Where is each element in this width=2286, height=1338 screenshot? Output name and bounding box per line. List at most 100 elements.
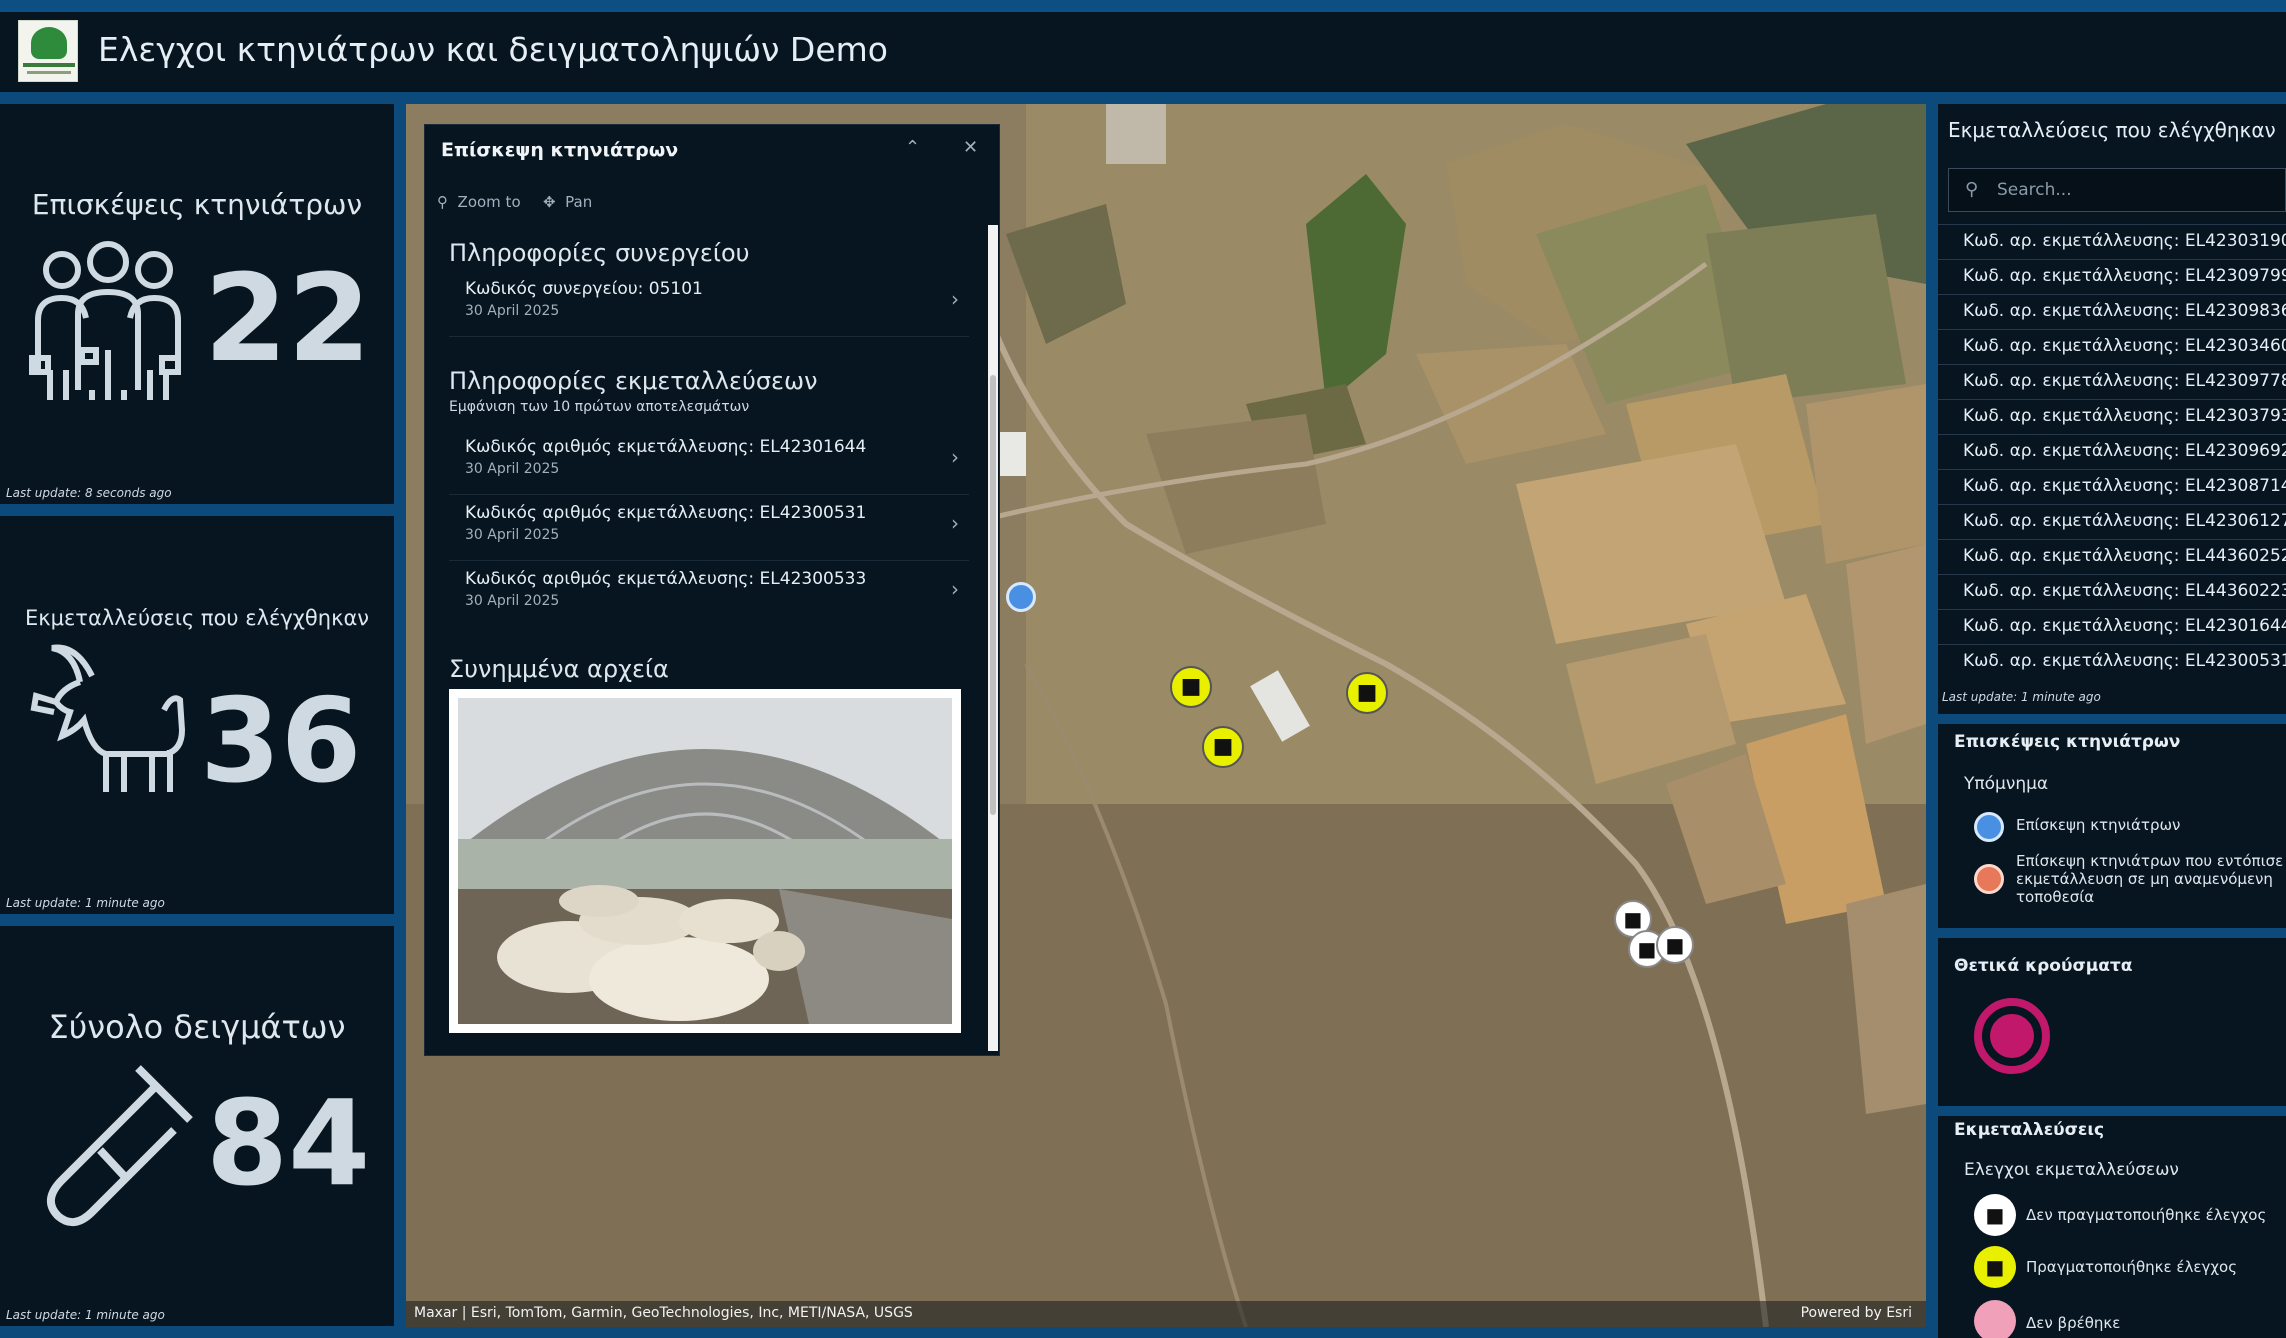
last-update: Last update: 1 minute ago [1942, 690, 2101, 704]
attachment-photo[interactable] [449, 689, 961, 1033]
app-title: Ελεγχοι κτηνιάτρων και δειγματοληψιών De… [98, 30, 888, 69]
map-attribution: Maxar | Esri, TomTom, Garmin, GeoTechnol… [406, 1301, 1926, 1327]
farm-row-date: 30 April 2025 [465, 527, 560, 543]
sheep-checked-icon: ■ [1974, 1246, 2016, 1288]
list-item[interactable]: Κωδ. αρ. εκμετάλλευσης: EL42303460 [1938, 329, 2286, 364]
card-samples-total: Σύνολο δειγμάτων 84 Last update: 1 minut… [0, 926, 394, 1326]
attachments-section-title: Συνημμένα αρχεία [449, 655, 669, 683]
list-item[interactable]: Κωδ. αρ. εκμετάλλευσης: EL42309692 [1938, 434, 2286, 469]
list-item-label: Κωδ. αρ. εκμετάλλευσης: EL42303190 [1963, 231, 2286, 251]
farms-list-title: Εκμεταλλεύσεις που ελέγχθηκαν [1948, 118, 2276, 142]
list-item[interactable]: Κωδ. αρ. εκμετάλλευσης: EL42303190 [1938, 224, 2286, 259]
list-item[interactable]: Κωδ. αρ. εκμετάλλευσης: EL42309799 [1938, 259, 2286, 294]
card-title: Επισκέψεις κτηνιάτρων [31, 188, 363, 221]
wrong-location-visit-icon [1974, 864, 2004, 894]
goat-icon [30, 644, 186, 792]
zoom-to-button[interactable]: ⚲ Zoom to [437, 193, 521, 211]
list-item[interactable]: Κωδ. αρ. εκμετάλλευσης: EL42303793 [1938, 399, 2286, 434]
farm-row-title: Κωδικός αριθμός εκμετάλλευσης: EL4230053… [465, 503, 867, 523]
vet-visit-marker[interactable] [1006, 582, 1036, 612]
team-row-title: Κωδικός συνεργείου: 05101 [465, 279, 703, 299]
farm-row-date: 30 April 2025 [465, 593, 560, 609]
card-vet-visits: Επισκέψεις κτηνιάτρων 22 Last update: 8 … [0, 104, 394, 504]
legend-checked: Πραγματοποιήθηκε έλεγχος [2026, 1258, 2238, 1276]
close-icon[interactable]: ✕ [963, 137, 978, 158]
list-item[interactable]: Κωδ. αρ. εκμετάλλευσης: EL44360252 [1938, 539, 2286, 574]
legend-visit-wrong-line3: τοποθεσία [2016, 888, 2095, 906]
test-tube-icon [47, 1065, 193, 1226]
top-strip [0, 0, 2286, 12]
list-item[interactable]: Κωδ. αρ. εκμετάλλευσης: EL42306127 [1938, 504, 2286, 539]
attribution-text: Maxar | Esri, TomTom, Garmin, GeoTechnol… [414, 1305, 913, 1321]
list-item-label: Κωδ. αρ. εκμετάλλευσης: EL42309778 [1963, 371, 2286, 391]
unchecked-farm-marker[interactable]: ■ [1656, 926, 1694, 964]
list-item[interactable]: Κωδ. αρ. εκμετάλλευσης: EL42309836 [1938, 294, 2286, 329]
farm-row-title: Κωδικός αριθμός εκμετάλλευσης: EL4230053… [465, 569, 867, 589]
search-icon: ⚲ [1965, 179, 1979, 200]
list-item-label: Κωδ. αρ. εκμετάλλευσης: EL42308714 [1963, 476, 2286, 496]
sheep-unchecked-icon: ■ [1974, 1194, 2016, 1236]
legend-not-checked: Δεν πραγματοποιήθηκε έλεγχος [2026, 1206, 2267, 1224]
card-title: Εκμεταλλεύσεις που ελέγχθηκαν [24, 606, 370, 630]
zoom-to-label: Zoom to [457, 193, 521, 211]
search-placeholder: Search... [1997, 180, 2072, 200]
farms-section-title: Πληροφορίες εκμεταλλεύσεων [449, 367, 818, 395]
card-farms-checked: Εκμεταλλεύσεις που ελέγχθηκαν 36 Last up… [0, 516, 394, 914]
collapse-icon[interactable]: ⌃ [905, 137, 920, 158]
list-item-label: Κωδ. αρ. εκμετάλλευσης: EL42306127 [1963, 511, 2286, 531]
positives-title: Θετικά κρούσματα [1954, 956, 2133, 976]
sheep-barn-photo [458, 698, 952, 1024]
checked-farm-marker[interactable]: ■ [1346, 672, 1388, 714]
farms-checks-label: Ελεγχοι εκμεταλλεύσεων [1964, 1160, 2179, 1180]
pan-button[interactable]: ✥ Pan [543, 193, 592, 211]
team-section-title: Πληροφορίες συνεργείου [449, 239, 750, 267]
popup-title: Επίσκεψη κτηνιάτρων [441, 139, 679, 161]
visits-legend-title: Επισκέψεις κτηνιάτρων [1954, 732, 2181, 752]
positive-ring-icon [1974, 998, 2050, 1074]
checked-farm-marker[interactable]: ■ [1170, 666, 1212, 708]
chevron-right-icon: › [951, 287, 959, 311]
farm-row-title: Κωδικός αριθμός εκμετάλλευσης: EL4230164… [465, 437, 867, 457]
samples-total-count: 84 [206, 1074, 371, 1212]
legend-panel: Επισκέψεις κτηνιάτρων Υπόμνημα Επίσκεψη … [1938, 724, 2286, 1338]
list-item[interactable]: Κωδ. αρ. εκμετάλλευσης: EL44360223 [1938, 574, 2286, 609]
farm-row[interactable]: Κωδικός αριθμός εκμετάλλευσης: EL4230053… [449, 563, 969, 627]
farms-checked-count: 36 [200, 674, 362, 809]
list-item[interactable]: Κωδ. αρ. εκμετάλλευσης: EL42301644 [1938, 609, 2286, 644]
list-item-label: Κωδ. αρ. εκμετάλλευσης: EL42303793 [1963, 406, 2286, 426]
sheep-not-found-icon [1974, 1300, 2016, 1338]
pan-icon: ✥ [543, 193, 556, 211]
legend-not-found: Δεν βρέθηκε [2026, 1314, 2121, 1332]
chevron-right-icon: › [951, 445, 959, 469]
list-item[interactable]: Κωδ. αρ. εκμετάλλευσης: EL42308714 [1938, 469, 2286, 504]
zoom-icon: ⚲ [437, 193, 448, 211]
farms-list-panel: Εκμεταλλεύσεις που ελέγχθηκαν ⚲ Search..… [1938, 104, 2286, 714]
team-row-date: 30 April 2025 [465, 303, 560, 319]
list-item[interactable]: Κωδ. αρ. εκμετάλλευσης: EL42309778 [1938, 364, 2286, 399]
list-item-label: Κωδ. αρ. εκμετάλλευσης: EL42309692 [1963, 441, 2286, 461]
people-icon [29, 241, 181, 400]
checked-farm-marker[interactable]: ■ [1202, 726, 1244, 768]
last-update: Last update: 1 minute ago [6, 896, 165, 910]
organization-logo [18, 20, 78, 82]
list-item-label: Κωδ. αρ. εκμετάλλευσης: EL42301644 [1963, 616, 2286, 636]
list-item-label: Κωδ. αρ. εκμετάλλευσης: EL42303460 [1963, 336, 2286, 356]
pan-label: Pan [565, 193, 593, 211]
popup-scrollbar[interactable] [988, 225, 998, 1051]
farm-row[interactable]: Κωδικός αριθμός εκμετάλλευσης: EL4230053… [449, 497, 969, 561]
farm-row[interactable]: Κωδικός αριθμός εκμετάλλευσης: EL4230164… [449, 431, 969, 495]
team-row[interactable]: Κωδικός συνεργείου: 05101 30 April 2025 … [449, 273, 969, 337]
chevron-right-icon: › [951, 577, 959, 601]
search-input[interactable]: ⚲ Search... [1948, 168, 2286, 212]
card-title: Σύνολο δειγμάτων [48, 1008, 346, 1046]
list-item[interactable]: Κωδ. αρ. εκμετάλλευσης: EL42300531 [1938, 644, 2286, 679]
visit-symbol-icon [1974, 812, 2004, 842]
list-item-label: Κωδ. αρ. εκμετάλλευσης: EL42309799 [1963, 266, 2286, 286]
last-update: Last update: 1 minute ago [6, 1308, 165, 1322]
farm-row-date: 30 April 2025 [465, 461, 560, 477]
vet-visits-count: 22 [204, 250, 371, 389]
powered-by-esri[interactable]: Powered by Esri [1801, 1305, 1912, 1321]
list-item-label: Κωδ. αρ. εκμετάλλευσης: EL42300531 [1963, 651, 2286, 671]
list-item-label: Κωδ. αρ. εκμετάλλευσης: EL44360252 [1963, 546, 2286, 566]
chevron-right-icon: › [951, 511, 959, 535]
